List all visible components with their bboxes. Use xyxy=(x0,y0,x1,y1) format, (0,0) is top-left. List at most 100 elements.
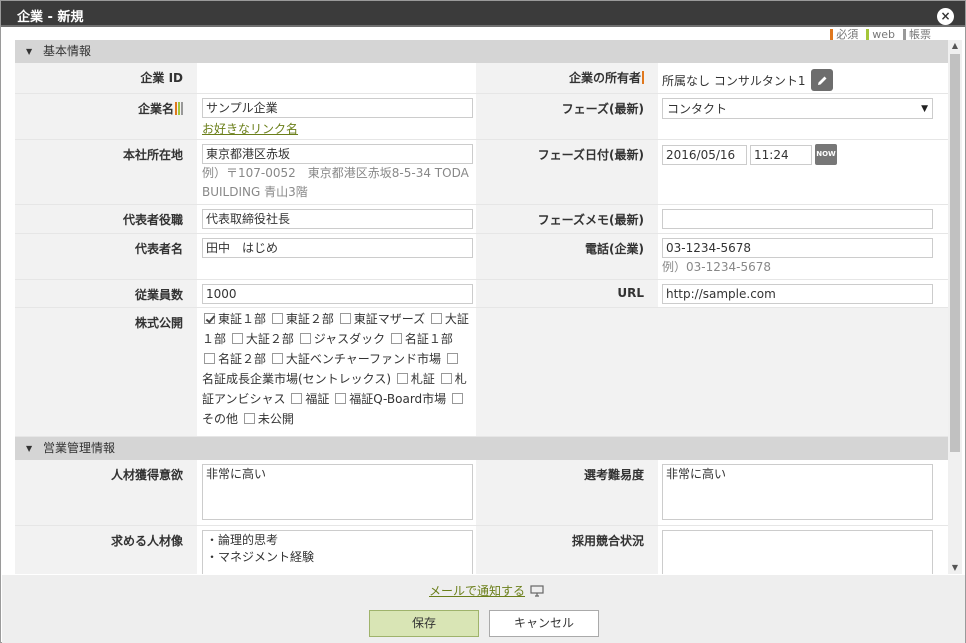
employees-field: 1000 xyxy=(197,280,476,307)
checkbox[interactable] xyxy=(243,413,255,424)
rep-name-input[interactable]: 田中 はじめ xyxy=(202,238,473,258)
favorite-link[interactable]: お好きなリンク名 xyxy=(202,120,298,137)
label-phase-date: フェーズ日付(最新) xyxy=(476,140,658,204)
dialog-title: 企業 - 新規 xyxy=(17,10,84,25)
listing-option[interactable]: 東証２部 xyxy=(270,312,334,326)
cancel-button[interactable]: キャンセル xyxy=(489,610,599,637)
label-desired-talent: 求める人材像 xyxy=(15,526,197,574)
desired-talent-field: ・論理的思考 ・マネジメント経験 xyxy=(197,526,476,574)
hiring-desire-textarea[interactable]: 非常に高い xyxy=(202,464,473,520)
checkbox[interactable] xyxy=(231,333,243,344)
legend-required: 必須 xyxy=(830,28,858,41)
section-sales-info[interactable]: ▼ 営業管理情報 xyxy=(15,437,948,460)
label-url: URL xyxy=(476,280,658,307)
vertical-scrollbar[interactable]: ▲ ▼ xyxy=(948,40,962,574)
checkbox[interactable] xyxy=(446,353,458,364)
edit-owner-button[interactable] xyxy=(811,69,834,91)
notify-by-mail-link[interactable]: メールで通知する xyxy=(429,582,544,599)
phase-memo-input[interactable] xyxy=(662,209,933,229)
listing-option[interactable]: 東証マザーズ xyxy=(338,312,425,326)
checkbox[interactable] xyxy=(440,373,452,384)
listing-option[interactable]: 札証 xyxy=(395,372,435,386)
url-field: http://sample.com xyxy=(658,280,948,307)
checkbox[interactable] xyxy=(291,393,303,404)
rep-name-field: 田中 はじめ xyxy=(197,234,476,279)
label-hiring-desire: 人材獲得意欲 xyxy=(15,460,197,525)
web-marker-icon xyxy=(178,102,180,115)
form-row: 企業名 サンプル企業 お好きなリンク名 フェーズ(最新) コンタクト ▼ xyxy=(15,94,948,140)
section-basic-info[interactable]: ▼ 基本情報 xyxy=(15,40,948,63)
checkbox[interactable] xyxy=(299,333,311,344)
phase-select[interactable]: コンタクト ▼ xyxy=(662,98,933,119)
save-button[interactable]: 保存 xyxy=(369,610,479,637)
checkbox-checked[interactable] xyxy=(204,313,215,324)
form-row: 本社所在地 東京都港区赤坂 例）〒107-0052 東京都港区赤坂8-5-34 … xyxy=(15,140,948,205)
report-marker-icon xyxy=(181,102,183,115)
label-company-name: 企業名 xyxy=(15,94,197,139)
listing-option[interactable]: 福証 xyxy=(289,392,329,406)
checkbox[interactable] xyxy=(396,373,408,384)
phase-date-input[interactable]: 2016/05/16 xyxy=(662,144,747,165)
listing-checkbox-group: 東証１部 東証２部 東証マザーズ 大証１部 大証２部 ジャスダック 名証１部 名… xyxy=(197,308,476,436)
report-marker-icon xyxy=(903,28,906,40)
collapse-arrow-icon: ▼ xyxy=(26,47,33,56)
checkbox[interactable] xyxy=(204,353,215,364)
form-row: 人材獲得意欲 非常に高い 選考難易度 非常に高い xyxy=(15,460,948,526)
phase-memo-field xyxy=(658,205,948,233)
form-row: 求める人材像 ・論理的思考 ・マネジメント経験 採用競合状況 xyxy=(15,526,948,574)
address-input[interactable]: 東京都港区赤坂 xyxy=(202,144,473,164)
label-phase-memo: フェーズメモ(最新) xyxy=(476,205,658,233)
checkbox[interactable] xyxy=(339,313,351,324)
listing-option[interactable]: 東証１部 xyxy=(202,312,266,326)
company-name-field: サンプル企業 お好きなリンク名 xyxy=(197,94,476,139)
rep-title-input[interactable]: 代表取締役社長 xyxy=(202,209,473,229)
dialog-titlebar: 企業 - 新規 × xyxy=(1,1,965,27)
new-company-dialog: 企業 - 新規 × 必須 web 帳票 ▼ 基本情報 企業 ID 企業の所有者 … xyxy=(0,0,966,643)
checkbox[interactable] xyxy=(430,313,442,324)
required-marker-icon xyxy=(175,102,177,115)
web-marker-icon xyxy=(866,28,870,40)
field-legend: 必須 web 帳票 xyxy=(830,28,931,41)
checkbox[interactable] xyxy=(271,313,283,324)
listing-option[interactable]: 大証２部 xyxy=(230,332,294,346)
listing-option[interactable]: 未公開 xyxy=(242,412,294,426)
label-rep-title: 代表者役職 xyxy=(15,205,197,233)
required-marker-icon xyxy=(830,28,834,40)
company-name-input[interactable]: サンプル企業 xyxy=(202,98,473,118)
rep-title-field: 代表取締役社長 xyxy=(197,205,476,233)
owner-field: 所属なし コンサルタント1 xyxy=(658,63,948,93)
label-selection-difficulty: 選考難易度 xyxy=(476,460,658,525)
now-button[interactable]: NOW xyxy=(815,144,837,165)
listing-option[interactable]: 福証Q-Board市場 xyxy=(333,392,446,406)
checkbox[interactable] xyxy=(390,333,402,344)
empty-value-cell xyxy=(658,308,948,436)
form-scroll-area[interactable]: ▼ 基本情報 企業 ID 企業の所有者 所属なし コンサルタント1 企業名 サン… xyxy=(15,40,948,574)
competition-textarea[interactable] xyxy=(662,530,933,574)
owner-value: 所属なし コンサルタント1 xyxy=(662,73,806,88)
checkbox[interactable] xyxy=(335,393,347,404)
label-rep-name: 代表者名 xyxy=(15,234,197,279)
checkbox[interactable] xyxy=(271,353,283,364)
desired-talent-textarea[interactable]: ・論理的思考 ・マネジメント経験 xyxy=(202,530,473,574)
label-competition: 採用競合状況 xyxy=(476,526,658,574)
listing-option[interactable]: 名証２部 xyxy=(202,352,266,366)
checkbox[interactable] xyxy=(451,393,463,404)
listing-option[interactable]: 大証ベンチャーファンド市場 xyxy=(270,352,441,366)
scroll-up-icon[interactable]: ▲ xyxy=(948,40,962,52)
scroll-down-icon[interactable]: ▼ xyxy=(948,562,962,574)
empty-label-cell xyxy=(476,308,658,436)
selection-difficulty-field: 非常に高い xyxy=(658,460,948,525)
close-icon[interactable]: × xyxy=(937,8,954,25)
address-field: 東京都港区赤坂 例）〒107-0052 東京都港区赤坂8-5-34 TODA B… xyxy=(197,140,476,204)
legend-report: 帳票 xyxy=(903,28,931,41)
form-row: 企業 ID 企業の所有者 所属なし コンサルタント1 xyxy=(15,63,948,94)
scrollbar-thumb[interactable] xyxy=(950,54,960,452)
hiring-desire-field: 非常に高い xyxy=(197,460,476,525)
employees-input[interactable]: 1000 xyxy=(202,284,473,304)
phase-time-input[interactable]: 11:24 xyxy=(750,144,812,165)
url-input[interactable]: http://sample.com xyxy=(662,284,933,304)
phone-input[interactable]: 03-1234-5678 xyxy=(662,238,933,258)
listing-option[interactable]: 名証１部 xyxy=(389,332,453,346)
selection-difficulty-textarea[interactable]: 非常に高い xyxy=(662,464,933,520)
listing-option[interactable]: ジャスダック xyxy=(298,332,385,346)
